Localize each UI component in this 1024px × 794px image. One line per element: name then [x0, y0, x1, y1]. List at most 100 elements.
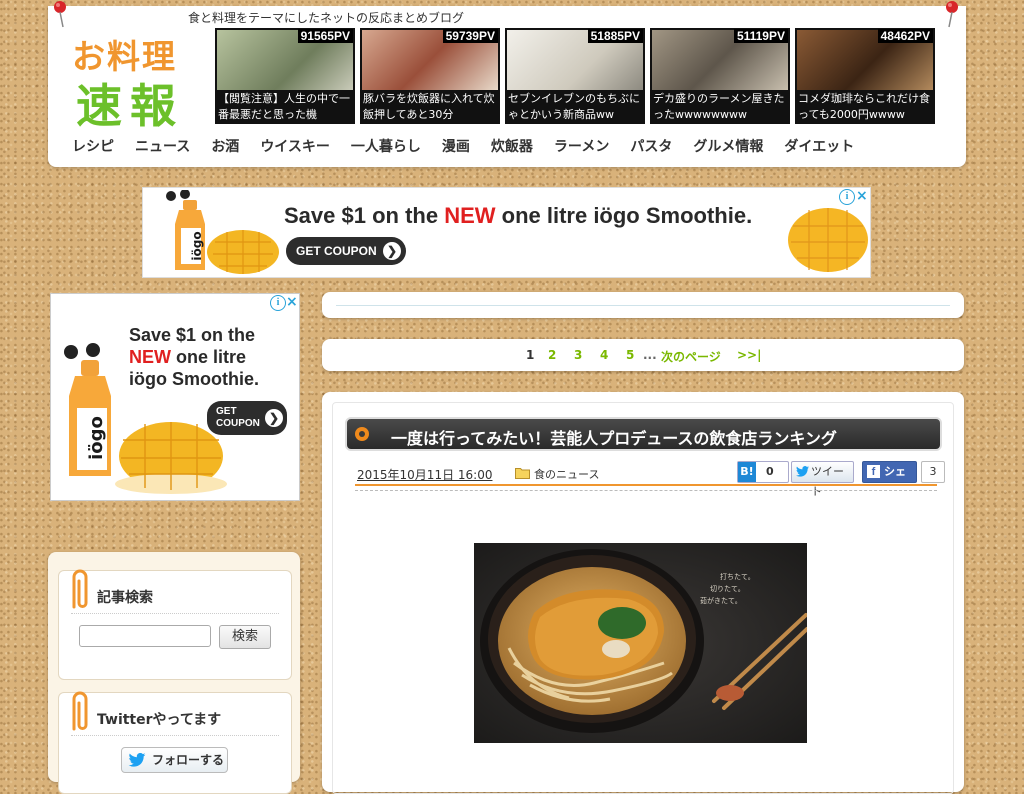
facebook-share-button[interactable]: f シェア [862, 461, 917, 498]
page-link[interactable]: 2 [548, 348, 556, 362]
thumb-caption: コメダ珈琲ならこれだけ食っても2000円wwww [798, 92, 930, 121]
nav-item-manga[interactable]: 漫画 [442, 136, 470, 156]
nav-item-living-alone[interactable]: 一人暮らし [351, 136, 421, 156]
ad-text-new: NEW [444, 203, 496, 228]
pv-count: 51119PV [733, 29, 788, 43]
folder-icon [515, 468, 530, 479]
search-input[interactable] [79, 625, 211, 647]
pagination: 1 2 3 4 5 ... 次のページ >>| [322, 339, 964, 371]
top-bar [322, 292, 964, 318]
coupon-label: GET COUPON [216, 406, 260, 430]
page-ellipsis: ... [643, 348, 657, 362]
article-image-udon: 打ちたて。切りたて。茹がきたて。 [474, 543, 807, 743]
meta-divider [355, 484, 937, 486]
ad-info-icon[interactable]: i [270, 295, 286, 311]
share-label: シェア [884, 465, 906, 498]
search-widget: 記事検索 検索 [58, 569, 292, 680]
chevron-right-icon: ❯ [265, 409, 283, 427]
last-page-link[interactable]: >>| [737, 348, 762, 362]
ad-text: one litre [171, 347, 247, 367]
tweet-label: ツイート [811, 465, 844, 498]
thumb-caption: 豚バラを炊飯器に入れて炊飯押してあと30分 [363, 92, 495, 121]
pushpin-icon [946, 1, 958, 28]
ad-text: Save $1 on the [284, 203, 445, 228]
twitter-bird-icon [796, 466, 809, 477]
svg-text:茹がきたて。: 茹がきたて。 [700, 596, 742, 605]
nav-item-diet[interactable]: ダイエット [784, 136, 854, 156]
ad-text: iögo Smoothie. [129, 369, 259, 389]
get-coupon-button[interactable]: GET COUPON ❯ [286, 237, 406, 265]
ad-text: one litre iögo Smoothie. [495, 203, 753, 228]
nav-item-sake[interactable]: お酒 [211, 136, 239, 156]
follow-label: フォローする [152, 753, 225, 767]
popular-article-thumb[interactable]: 59739PV 豚バラを炊飯器に入れて炊飯押してあと30分 [360, 28, 500, 124]
twitter-bird-icon [128, 753, 146, 767]
page-link[interactable]: 5 [626, 348, 634, 362]
pv-count: 51885PV [587, 29, 643, 43]
meta-divider-dashed [355, 490, 937, 491]
nav-item-ramen[interactable]: ラーメン [554, 136, 609, 156]
page-link[interactable]: 4 [600, 348, 608, 362]
sidebar-ad-headline: Save $1 on the NEW one litre iögo Smooth… [129, 324, 259, 390]
chevron-right-icon: ❯ [383, 242, 401, 260]
svg-text:切りたて。: 切りたて。 [710, 585, 745, 593]
coupon-label-line: COUPON [216, 418, 260, 429]
popular-article-thumb[interactable]: 48462PV コメダ珈琲ならこれだけ食っても2000円wwww [795, 28, 935, 124]
nav-item-news[interactable]: ニュース [135, 136, 190, 156]
nav-item-rice-cooker[interactable]: 炊飯器 [491, 136, 533, 156]
ad-close-icon[interactable]: × [856, 188, 868, 204]
article-title[interactable]: 一度は行ってみたい！芸能人プロデュースの飲食店ランキング [391, 425, 837, 449]
paperclip-icon [72, 569, 88, 609]
ad-text-new: NEW [129, 347, 171, 367]
pushpin-icon [54, 1, 66, 28]
get-coupon-button[interactable]: GET COUPON ❯ [207, 401, 287, 435]
site-logo-bottom[interactable]: 速報 [76, 70, 184, 136]
smoothie-bottle-image: iögo [64, 343, 111, 476]
facebook-icon: f [867, 465, 880, 478]
category-nav: レシピ ニュース お酒 ウイスキー 一人暮らし 漫画 炊飯器 ラーメン パスタ … [72, 136, 875, 156]
article-category[interactable]: 食のニュース [534, 466, 599, 482]
twitter-follow-button[interactable]: フォローする [121, 747, 228, 773]
pv-count: 48462PV [877, 29, 933, 43]
thumb-caption: 【閲覧注意】人生の中で一番最悪だと思った機 [218, 92, 350, 121]
tweet-button[interactable]: ツイート [791, 461, 854, 498]
ad-info-icon[interactable]: i [839, 189, 855, 205]
paperclip-icon [72, 691, 88, 731]
site-tagline: 食と料理をテーマにしたネットの反応まとめブログ [188, 11, 465, 25]
ad-close-icon[interactable]: × [286, 294, 298, 310]
search-widget-title: 記事検索 [97, 590, 153, 606]
popular-article-thumb[interactable]: 51119PV デカ盛りのラーメン屋きたったwwwwwwww [650, 28, 790, 124]
hatena-bookmark-button[interactable]: B! 0 [737, 461, 789, 483]
search-button[interactable]: 検索 [219, 625, 271, 649]
hatena-icon: B! [738, 462, 756, 482]
nav-item-recipe[interactable]: レシピ [72, 136, 114, 156]
page-current: 1 [526, 348, 535, 362]
nav-item-pasta[interactable]: パスタ [630, 136, 672, 156]
article-title-bar: 一度は行ってみたい！芸能人プロデュースの飲食店ランキング [345, 417, 942, 451]
bullet-icon [355, 427, 369, 441]
svg-text:iögo: iögo [190, 231, 204, 260]
ad-text: Save $1 on the [129, 325, 256, 345]
coupon-label: GET COUPON [296, 244, 377, 258]
popular-article-thumb[interactable]: 91565PV 【閲覧注意】人生の中で一番最悪だと思った機 [215, 28, 355, 124]
thumb-caption: デカ盛りのラーメン屋きたったwwwwwwww [653, 92, 785, 121]
share-count: 3 [921, 461, 945, 483]
twitter-widget-title: Twitterやってます [97, 712, 222, 728]
hatena-count: 0 [766, 465, 774, 478]
coupon-label-line: GET [216, 406, 237, 417]
popular-article-thumb[interactable]: 51885PV セブンイレブンのもちぶにゃとかいう新商品ww [505, 28, 645, 124]
pv-count: 59739PV [442, 29, 498, 43]
article-date[interactable]: 2015年10月11日 16:00 [357, 466, 492, 483]
svg-text:iögo: iögo [86, 416, 107, 460]
twitter-widget: Twitterやってます フォローする [58, 691, 292, 794]
nav-item-gourmet[interactable]: グルメ情報 [693, 136, 763, 156]
svg-text:打ちたて。: 打ちたて。 [720, 572, 755, 581]
page-link[interactable]: 3 [574, 348, 582, 362]
pv-count: 91565PV [297, 29, 353, 43]
nav-item-whisky[interactable]: ウイスキー [260, 136, 330, 156]
mango-image [788, 208, 868, 272]
thumb-caption: セブンイレブンのもちぶにゃとかいう新商品ww [508, 92, 640, 121]
next-page-link[interactable]: 次のページ [661, 348, 721, 365]
sidebar-ad[interactable]: i × Save $1 on the NEW one litre iögo Sm… [50, 293, 300, 501]
banner-ad[interactable]: iögo Save $1 on the NEW one litre iögo S… [142, 187, 871, 278]
